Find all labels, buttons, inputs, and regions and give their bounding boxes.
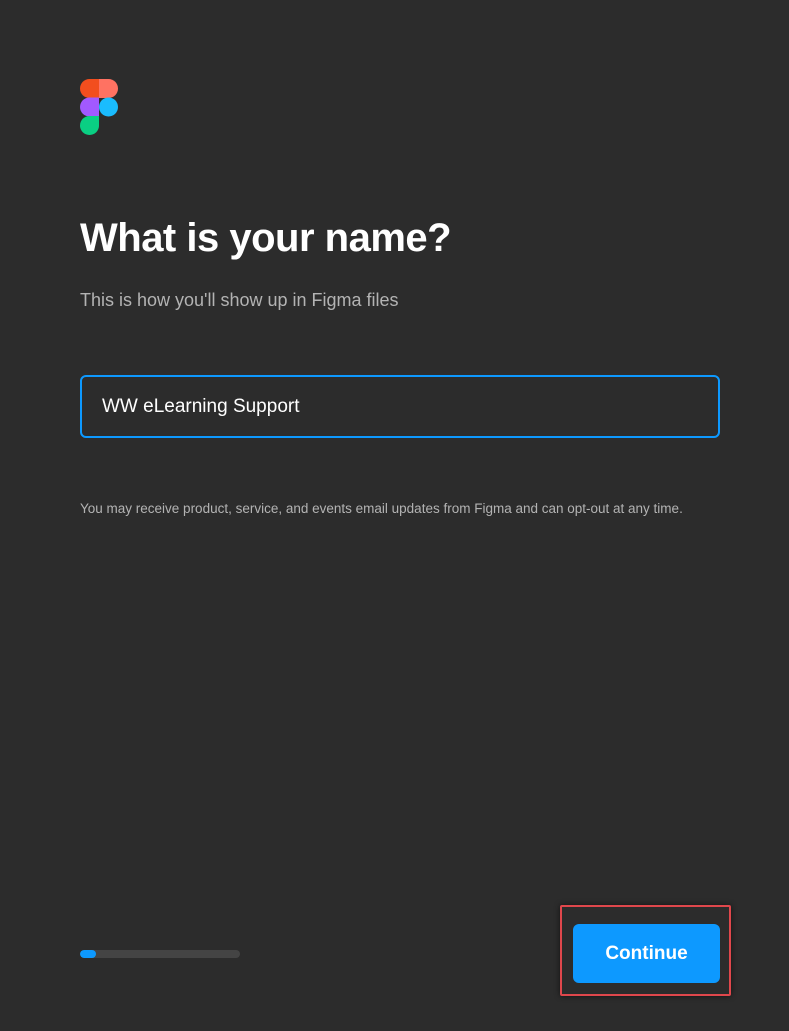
figma-logo-icon	[80, 79, 118, 135]
progress-fill	[80, 950, 96, 958]
continue-button[interactable]: Continue	[573, 924, 720, 983]
email-disclaimer: You may receive product, service, and ev…	[80, 501, 683, 516]
name-input[interactable]	[80, 375, 720, 438]
progress-bar	[80, 950, 240, 958]
page-title: What is your name?	[80, 216, 452, 260]
page-subtitle: This is how you'll show up in Figma file…	[80, 290, 399, 310]
